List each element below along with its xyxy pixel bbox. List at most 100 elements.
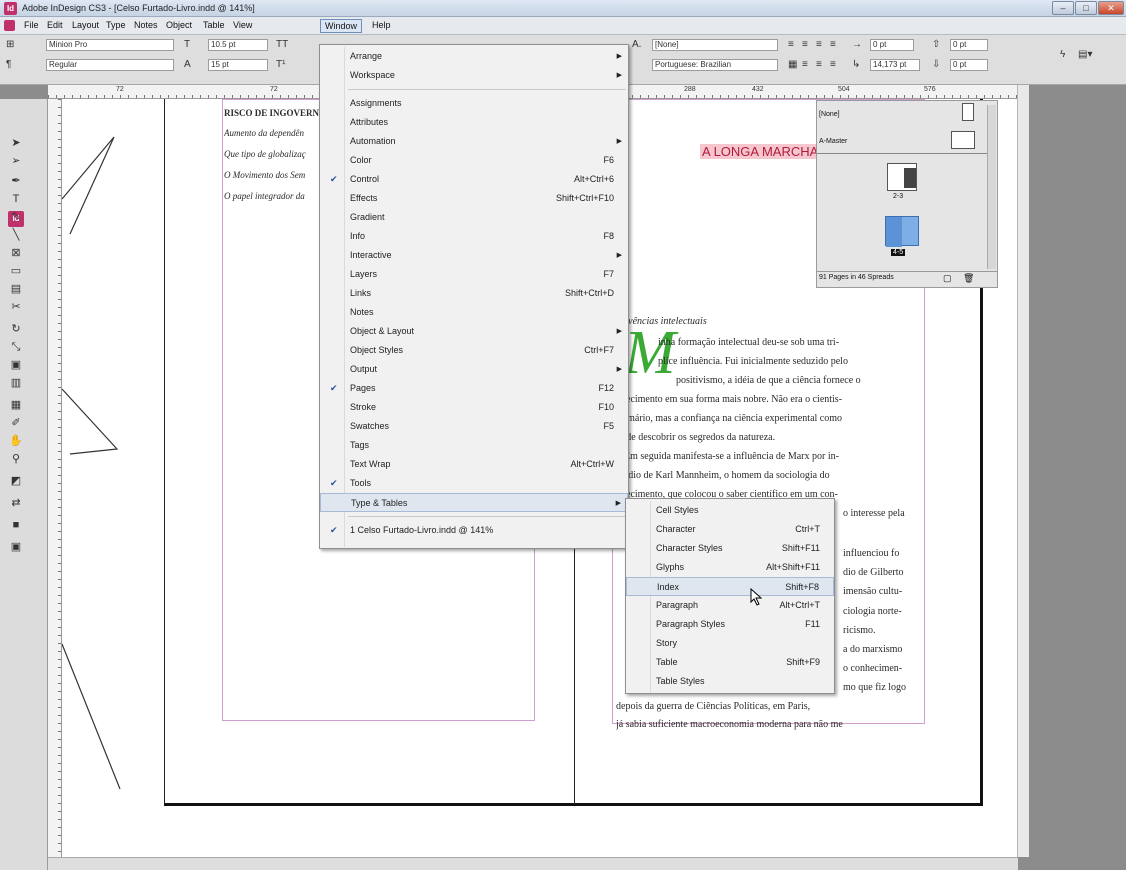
panel-menu-icon[interactable]: ▤▾	[1078, 49, 1092, 61]
type-tables-item-cell-styles[interactable]: Cell Styles	[626, 501, 834, 520]
font-size-field[interactable]: 10.5 pt	[208, 39, 268, 51]
window-menu-item-color[interactable]: Color F6	[320, 151, 628, 170]
lightning-icon[interactable]: ϟ	[1060, 49, 1065, 61]
scissors-tool-icon[interactable]: ✂	[7, 299, 25, 315]
type-tables-item-glyphs[interactable]: Glyphs Alt+Shift+F11	[626, 558, 834, 577]
window-menu-item-object-styles[interactable]: Object Styles Ctrl+F7	[320, 341, 628, 360]
menu-view[interactable]: View	[229, 19, 256, 33]
window-menu-item-workspace[interactable]: Workspace ▶	[320, 66, 628, 85]
window-menu-item-text-wrap[interactable]: Text Wrap Alt+Ctrl+W	[320, 455, 628, 474]
paragraph-mode-icon[interactable]: ¶	[6, 59, 11, 71]
menu-table[interactable]: Table	[199, 19, 229, 33]
window-menu-item-attributes[interactable]: Attributes	[320, 113, 628, 132]
window-menu-item-automation[interactable]: Automation ▶	[320, 132, 628, 151]
type-tables-item-index[interactable]: Index Shift+F8	[626, 577, 834, 596]
body-text-line[interactable]: o interesse pela	[843, 504, 924, 523]
spread-2-3-thumbnail[interactable]	[887, 163, 917, 191]
body-text-line[interactable]: a do marxismo	[843, 640, 924, 659]
window-menu-item-control[interactable]: ✔ Control Alt+Ctrl+6	[320, 170, 628, 189]
window-menu-item-info[interactable]: Info F8	[320, 227, 628, 246]
window-menu-item-layers[interactable]: Layers F7	[320, 265, 628, 284]
leading-field[interactable]: 15 pt	[208, 59, 268, 71]
delete-page-icon[interactable]: 🗑	[963, 273, 974, 284]
align-right-icon[interactable]: ≡	[816, 39, 822, 51]
document-icon[interactable]	[4, 20, 15, 31]
justify-left-icon[interactable]: ≡	[802, 59, 808, 71]
body-text-line[interactable]: depois da guerra de Ciências Políticas, …	[616, 697, 924, 716]
type-tables-item-table[interactable]: Table Shift+F9	[626, 653, 834, 672]
eyedropper-tool-icon[interactable]: ✐	[7, 415, 25, 431]
body-text-line[interactable]: médio de Karl Mannheim, o homem da socio…	[616, 466, 924, 485]
menu-notes[interactable]: Notes	[130, 19, 162, 33]
gradient-tool-icon[interactable]: ▣	[7, 357, 25, 373]
zoom-tool-icon[interactable]: ⚲	[7, 451, 25, 467]
body-text-line[interactable]: ricismo.	[843, 621, 924, 640]
body-text-line[interactable]: ciologia norte-	[843, 602, 924, 621]
body-text-line[interactable]: dio de Gilberto	[843, 563, 924, 582]
align-left-icon[interactable]: ≡	[788, 39, 794, 51]
body-text-line[interactable]: influenciou fo	[843, 544, 924, 563]
left-page-line[interactable]: O Movimento dos Sem	[224, 166, 320, 185]
menu-edit[interactable]: Edit	[43, 19, 67, 33]
pages-none-label[interactable]: [None]	[819, 111, 840, 118]
fill-stroke-icon[interactable]: ◩	[7, 473, 25, 489]
spread-4-5-thumbnail[interactable]	[885, 216, 919, 247]
body-text-line[interactable]: plice influência. Fui inicialmente seduz…	[658, 352, 924, 371]
window-menu-item-links[interactable]: Links Shift+Ctrl+D	[320, 284, 628, 303]
pen-tool-icon[interactable]: ✒	[7, 173, 25, 189]
menu-help[interactable]: Help	[368, 19, 395, 33]
justify-all-icon[interactable]: ▦	[788, 59, 797, 71]
window-menu-item-stroke[interactable]: Stroke F10	[320, 398, 628, 417]
vertical-scrollbar[interactable]	[1017, 85, 1029, 857]
type-tables-item-paragraph-styles[interactable]: Paragraph Styles F11	[626, 615, 834, 634]
free-transform-tool-icon[interactable]: ⤡	[7, 339, 25, 355]
body-text-line[interactable]: já sabia suficiente macroeconomia modern…	[616, 715, 924, 734]
button-tool-icon[interactable]: ▤	[7, 281, 25, 297]
body-text-line[interactable]: mo que fiz logo	[843, 678, 924, 697]
window-menu-item-pages[interactable]: ✔ Pages F12	[320, 379, 628, 398]
type-tables-item-character-styles[interactable]: Character Styles Shift+F11	[626, 539, 834, 558]
minimize-button[interactable]: –	[1052, 1, 1074, 15]
menu-object[interactable]: Object	[162, 19, 196, 33]
vertical-ruler[interactable]	[48, 99, 62, 870]
menu-layout[interactable]: Layout	[68, 19, 103, 33]
rectangle-frame-tool-icon[interactable]: ⊠	[7, 245, 25, 261]
type-tables-item-paragraph[interactable]: Paragraph Alt+Ctrl+T	[626, 596, 834, 615]
apply-color-icon[interactable]: ■	[7, 517, 25, 533]
chapter-title[interactable]: A LONGA MARCHA	[700, 144, 821, 159]
window-menu-item-1-celso-furtado-livro-indd-141[interactable]: ✔ 1 Celso Furtado-Livro.indd @ 141%	[320, 521, 628, 540]
view-mode-icon[interactable]: ▣	[7, 539, 25, 555]
gradient-feather-tool-icon[interactable]: ▥	[7, 375, 25, 391]
pencil-tool-icon[interactable]: ✎	[7, 209, 25, 225]
line-tool-icon[interactable]: ╲	[7, 227, 25, 243]
maximize-button[interactable]: □	[1075, 1, 1097, 15]
window-menu-item-gradient[interactable]: Gradient	[320, 208, 628, 227]
window-menu-item-type-tables[interactable]: Type & Tables ▶	[320, 493, 628, 512]
direct-selection-tool-icon[interactable]: ➢	[7, 153, 25, 169]
align-center-icon[interactable]: ≡	[802, 39, 808, 51]
left-indent-field[interactable]: 0 pt	[870, 39, 914, 51]
body-text-line[interactable]: io de descobrir os segredos da natureza.	[616, 428, 924, 447]
left-page-line[interactable]: Que tipo de globalizaç	[224, 145, 320, 164]
window-menu-item-assignments[interactable]: Assignments	[320, 94, 628, 113]
type-tool-icon[interactable]: T	[7, 191, 25, 207]
new-page-icon[interactable]: ▢	[943, 273, 952, 284]
window-menu-item-notes[interactable]: Notes	[320, 303, 628, 322]
type-tables-item-table-styles[interactable]: Table Styles	[626, 672, 834, 691]
pages-panel-scrollbar[interactable]	[987, 105, 996, 269]
menu-window[interactable]: Window	[320, 19, 363, 33]
note-tool-icon[interactable]: ▦	[7, 397, 25, 413]
left-page-line[interactable]: O papel integrador da	[224, 187, 320, 206]
menu-file[interactable]: File	[20, 19, 43, 33]
window-menu-item-swatches[interactable]: Swatches F5	[320, 417, 628, 436]
font-family-field[interactable]: Minion Pro	[46, 39, 174, 51]
left-page-heading[interactable]: RISCO DE INGOVERN	[224, 104, 320, 123]
menu-type[interactable]: Type	[102, 19, 130, 33]
first-line-indent-field[interactable]: 14,173 pt	[870, 59, 920, 71]
font-style-field[interactable]: Regular	[46, 59, 174, 71]
space-after-field[interactable]: 0 pt	[950, 59, 988, 71]
superscript-icon[interactable]: T¹	[276, 59, 285, 71]
justify-right-icon[interactable]: ≡	[830, 59, 836, 71]
window-menu-item-effects[interactable]: Effects Shift+Ctrl+F10	[320, 189, 628, 208]
body-text-line[interactable]: Em seguida manifesta-se a influência de …	[624, 447, 924, 466]
